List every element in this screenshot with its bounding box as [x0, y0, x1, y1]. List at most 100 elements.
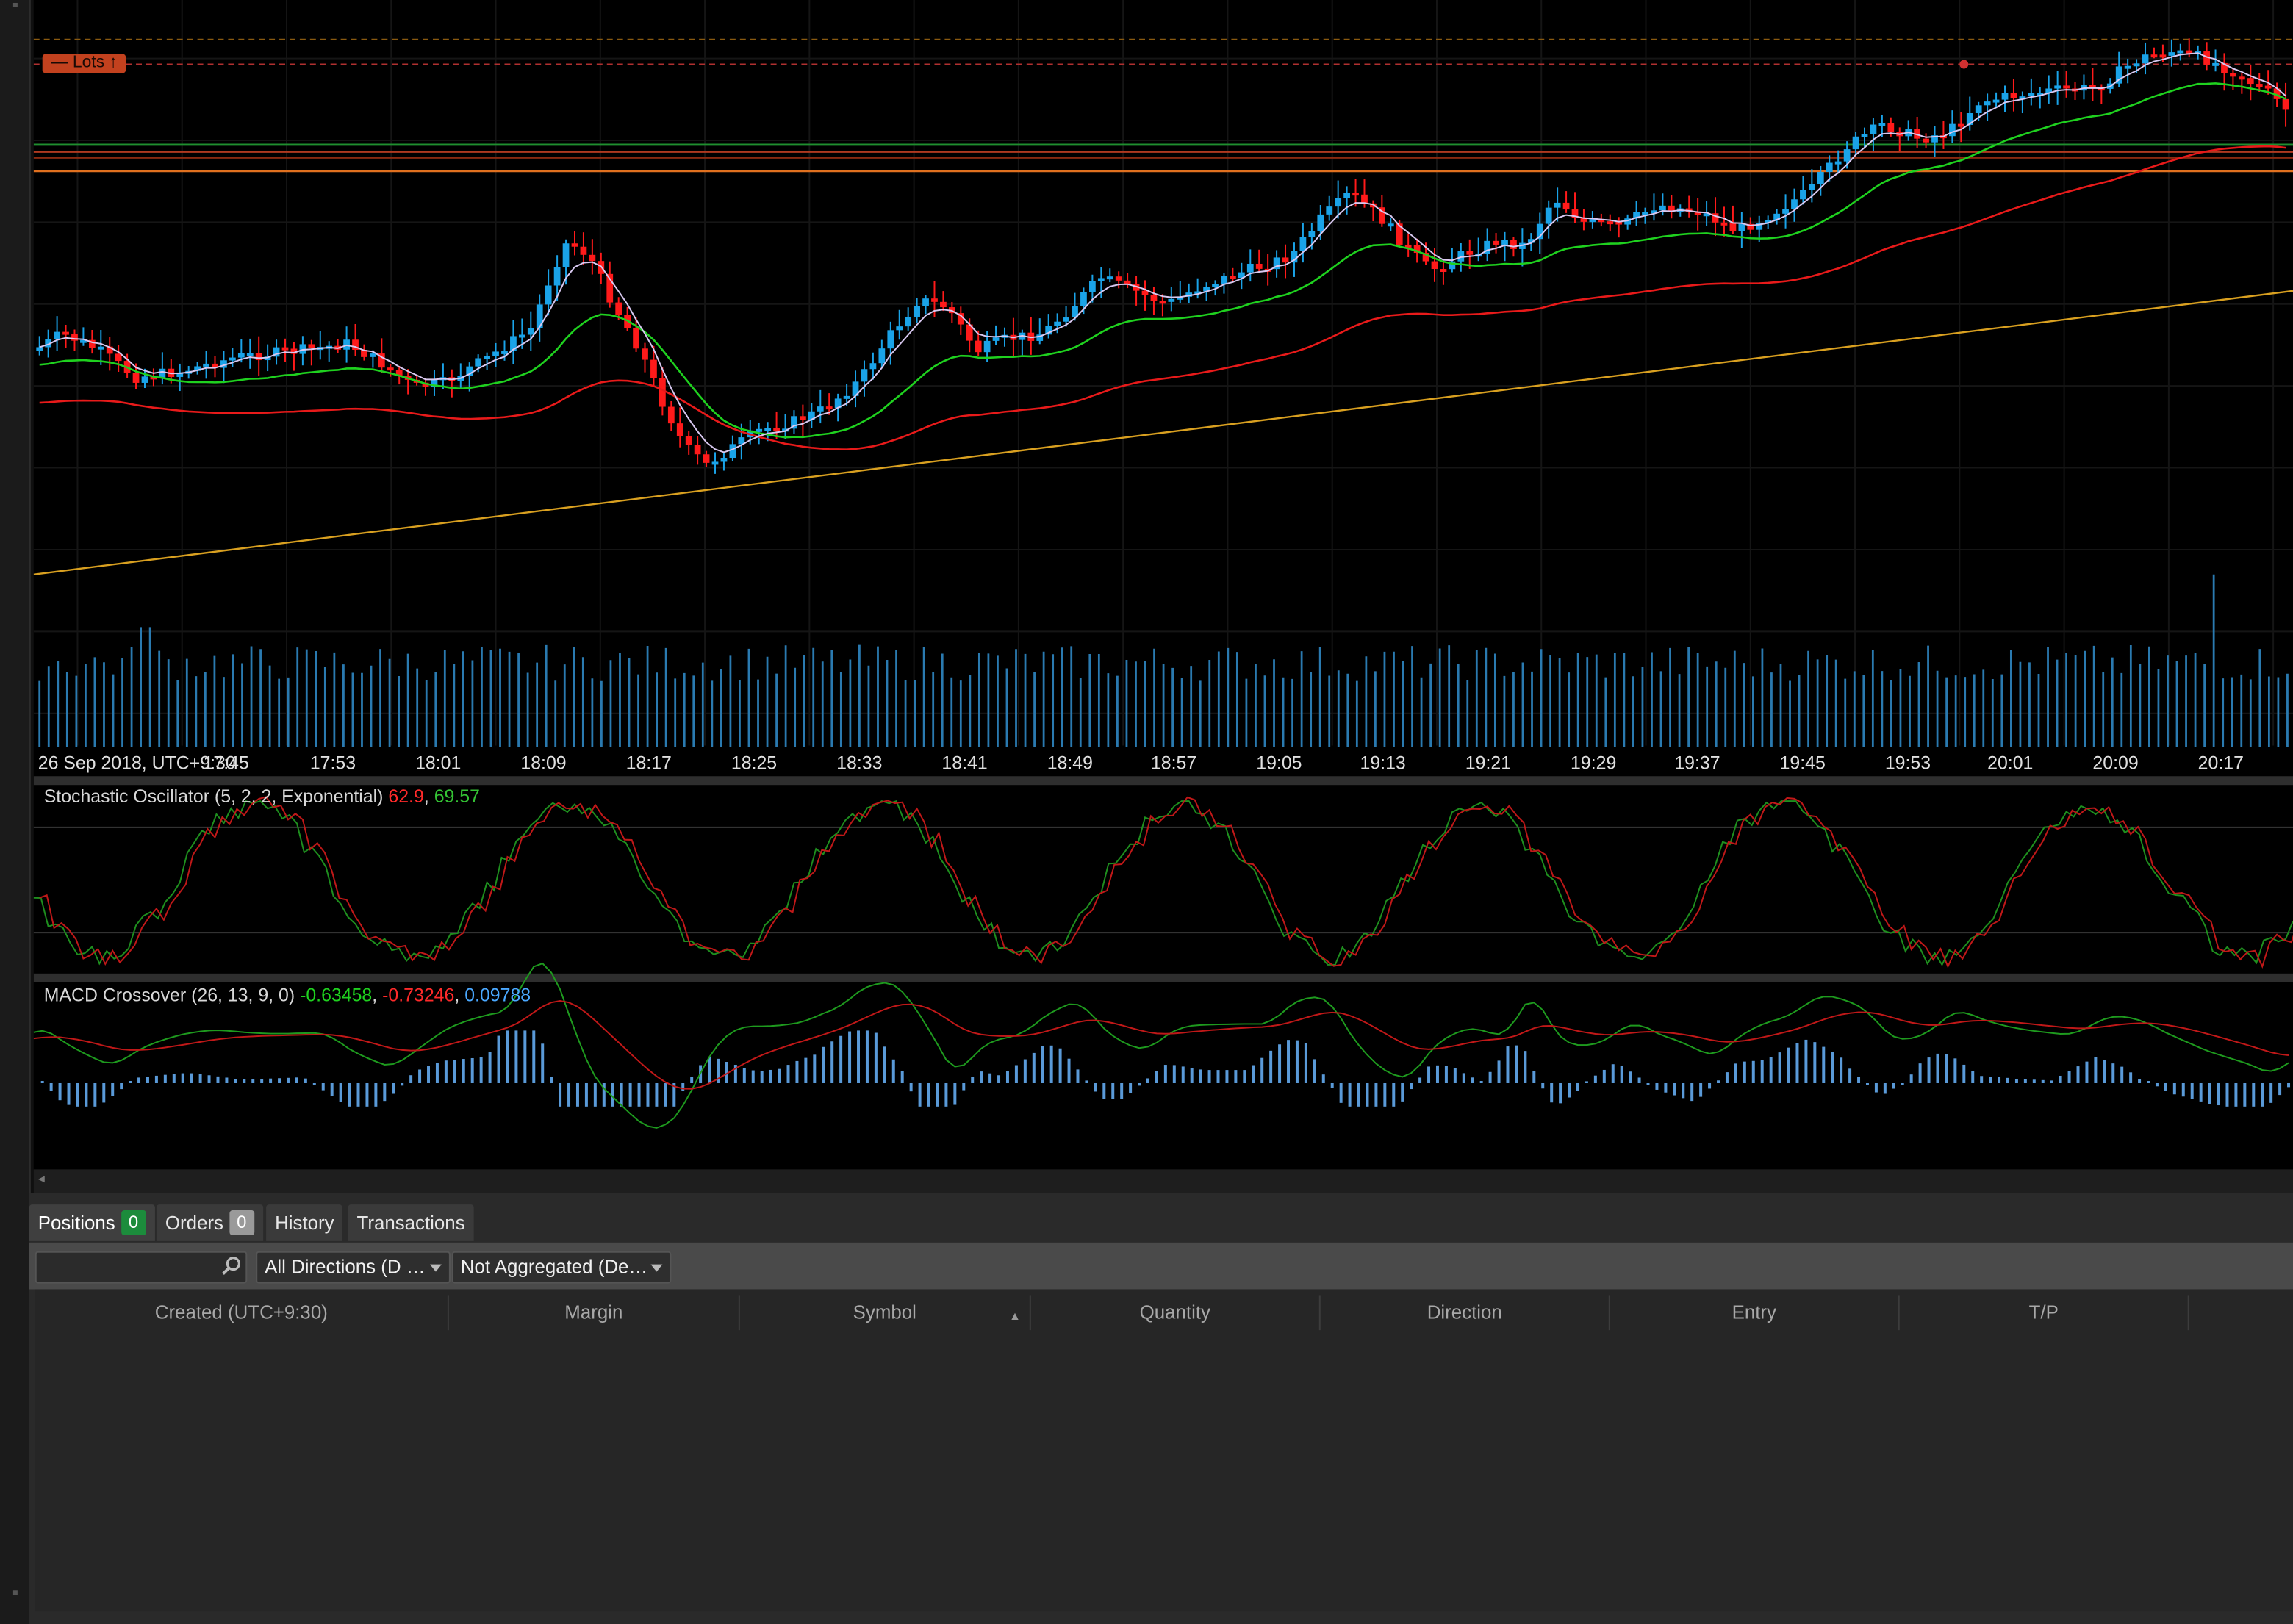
macd-histogram-bar	[848, 1031, 852, 1083]
macd-histogram-bar	[2032, 1079, 2036, 1083]
macd-histogram-bar	[944, 1082, 948, 1107]
macd-histogram-bar	[988, 1073, 992, 1083]
macd-histogram-bar	[1699, 1082, 1703, 1097]
macd-histogram-bar	[532, 1030, 536, 1083]
macd-histogram-bar	[1629, 1071, 1632, 1083]
macd-histogram-bar	[1865, 1082, 1869, 1085]
chart-area[interactable]: — Lots ↑ 26 Sep 2018, UTC+9:30 17:45 17:53…	[33, 0, 2293, 1193]
macd-histogram-bar	[1357, 1082, 1360, 1107]
macd-histogram-bar	[1541, 1082, 1545, 1089]
candlestick	[931, 298, 938, 302]
chart-scrollbar[interactable]: ◂	[33, 1169, 2293, 1193]
candlestick	[817, 406, 824, 412]
lots-order-tag[interactable]: — Lots ↑	[42, 54, 126, 73]
macd-histogram-bar	[93, 1082, 97, 1107]
macd-histogram-bar	[1410, 1082, 1413, 1090]
macd-histogram-bar	[2111, 1063, 2115, 1083]
macd-histogram-bar	[1041, 1046, 1044, 1083]
macd-histogram-bar	[356, 1082, 360, 1107]
macd-histogram-bar	[1330, 1082, 1334, 1088]
candlestick	[1106, 276, 1113, 280]
scroll-left-icon[interactable]: ◂	[38, 1171, 45, 1187]
macd-histogram-bar	[1831, 1052, 1834, 1083]
macd-histogram-bar	[488, 1052, 492, 1083]
macd-histogram-bar	[1751, 1060, 1755, 1083]
tab-positions[interactable]: Positions 0	[29, 1204, 155, 1241]
macd-histogram-bar	[874, 1032, 878, 1083]
macd-histogram-bar	[365, 1082, 369, 1107]
candlestick	[1782, 209, 1789, 214]
macd-histogram-bar	[1690, 1082, 1694, 1102]
candlestick	[711, 461, 719, 465]
candlestick	[887, 330, 894, 349]
column-tp[interactable]: T/P	[1900, 1295, 2189, 1331]
macd-histogram-bar	[1085, 1080, 1088, 1083]
column-margin[interactable]: Margin	[449, 1295, 740, 1331]
candlestick	[1826, 162, 1833, 172]
macd-histogram-bar	[1216, 1070, 1220, 1083]
time-tick-label: 19:53	[1884, 752, 1931, 774]
macd-histogram-value: 0.09788	[464, 985, 531, 1006]
macd-histogram-bar	[1243, 1070, 1246, 1083]
order-marker	[1959, 60, 1969, 69]
search-input[interactable]	[35, 1251, 248, 1284]
price-chart[interactable]	[33, 0, 2293, 1193]
macd-histogram-bar	[1953, 1058, 1957, 1083]
candlestick	[246, 353, 254, 356]
search-icon[interactable]	[220, 1256, 241, 1276]
macd-histogram-bar	[85, 1082, 88, 1107]
candlestick	[633, 328, 639, 349]
macd-histogram-bar	[1366, 1082, 1369, 1107]
tab-orders[interactable]: Orders 0	[156, 1204, 263, 1241]
column-entry[interactable]: Entry	[1610, 1295, 1900, 1331]
column-created[interactable]: Created (UTC+9:30)	[35, 1295, 449, 1331]
macd-histogram-bar	[2103, 1060, 2106, 1083]
macd-value: -0.63458	[300, 985, 373, 1006]
column-symbol[interactable]: Symbol ▲	[740, 1295, 1031, 1331]
macd-histogram-bar	[2190, 1082, 2194, 1099]
tab-transactions[interactable]: Transactions	[348, 1204, 474, 1241]
ma-fast-line	[39, 52, 2286, 453]
macd-histogram-bar	[839, 1035, 843, 1083]
candlestick	[2124, 65, 2131, 69]
macd-histogram-bar	[1673, 1082, 1676, 1096]
macd-histogram-bar	[1655, 1082, 1659, 1090]
macd-histogram-bar	[1435, 1065, 1439, 1083]
tab-label: Positions	[37, 1212, 115, 1234]
aggregation-filter-value: Not Aggregated (De…	[460, 1255, 648, 1278]
macd-histogram-bar	[2261, 1082, 2264, 1107]
macd-histogram-bar	[1795, 1043, 1799, 1083]
macd-histogram-bar	[1005, 1071, 1009, 1083]
macd-histogram-bar	[453, 1060, 456, 1083]
macd-histogram-bar	[2006, 1077, 2009, 1083]
macd-histogram-bar	[1822, 1046, 1826, 1083]
column-label: Margin	[564, 1301, 623, 1323]
candlestick	[1870, 124, 1877, 134]
candlestick	[281, 347, 289, 351]
macd-histogram-bar	[953, 1082, 957, 1105]
macd-histogram-bar	[1278, 1044, 1282, 1083]
stochastic-k-value: 62.9	[388, 786, 424, 808]
tab-history[interactable]: History	[266, 1204, 343, 1241]
aggregation-filter-select[interactable]: Not Aggregated (De…	[451, 1251, 672, 1284]
candlestick	[370, 353, 376, 357]
column-quantity[interactable]: Quantity	[1031, 1295, 1321, 1331]
macd-histogram-bar	[2278, 1082, 2282, 1096]
candlestick	[2264, 85, 2272, 89]
macd-histogram-bar	[1313, 1059, 1316, 1083]
candlestick	[1352, 193, 1359, 196]
macd-histogram-bar	[883, 1046, 886, 1083]
macd-histogram-bar	[1506, 1046, 1510, 1083]
direction-filter-select[interactable]: All Directions (D …	[256, 1251, 451, 1284]
column-direction[interactable]: Direction	[1321, 1295, 1610, 1331]
macd-histogram-bar	[1936, 1053, 1939, 1083]
candlestick	[992, 337, 1000, 341]
macd-histogram-bar	[444, 1060, 448, 1083]
macd-histogram-bar	[2120, 1066, 2124, 1083]
macd-histogram-bar	[1287, 1040, 1291, 1083]
macd-histogram-bar	[1207, 1070, 1211, 1083]
macd-histogram-bar	[506, 1030, 509, 1083]
candlestick	[1063, 317, 1069, 322]
macd-histogram-bar	[1998, 1077, 2001, 1083]
candlestick	[1317, 214, 1324, 231]
